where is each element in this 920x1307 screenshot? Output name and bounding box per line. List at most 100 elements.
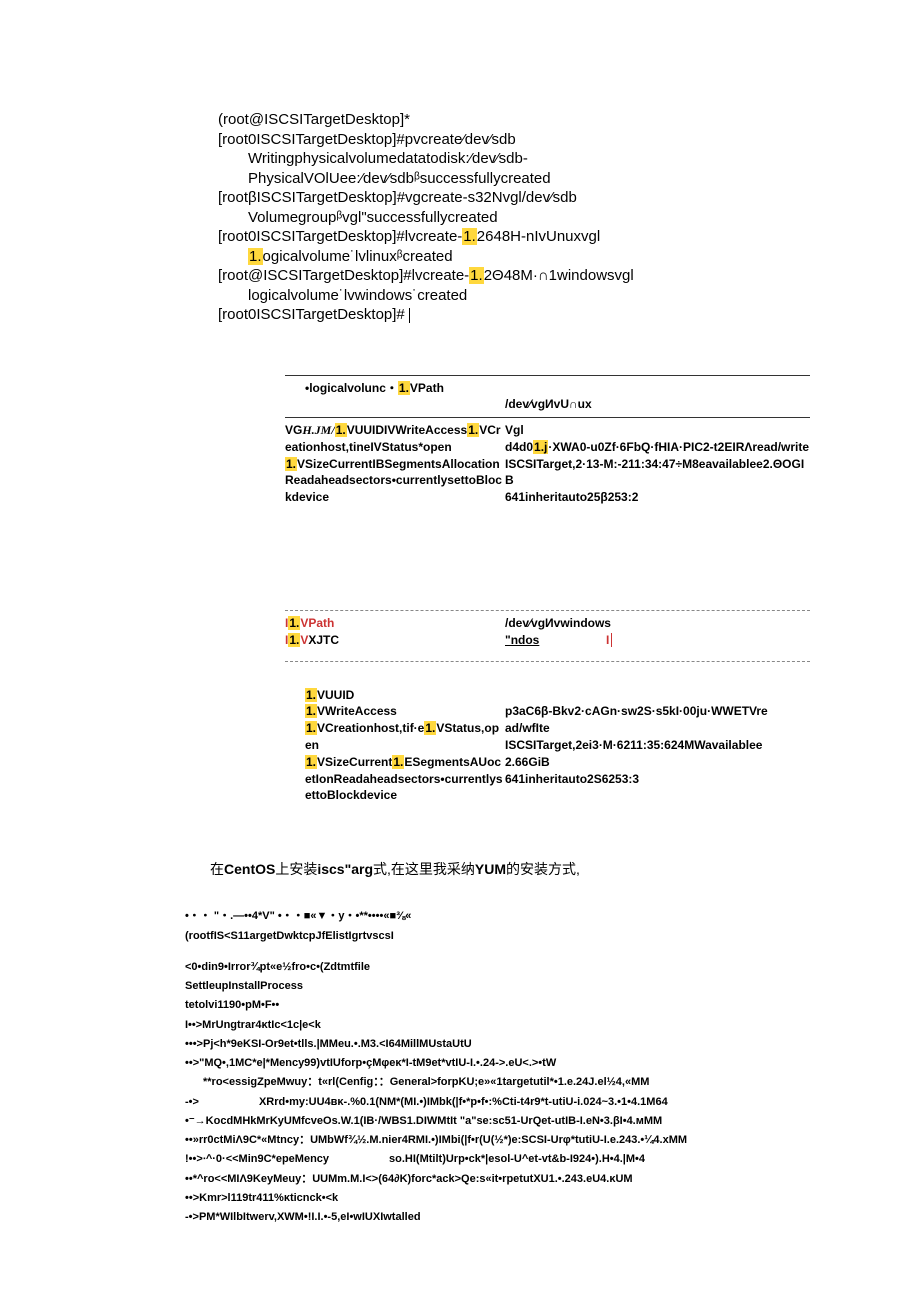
text: VSizeCurrentIBSegmentsAllocationReadahea…	[285, 457, 502, 505]
text: 2.66GiB	[505, 755, 550, 769]
text: XJTC	[308, 633, 339, 647]
text: VUUID	[317, 688, 354, 702]
highlight: 1.	[467, 423, 479, 437]
terminal-line: Volumegroupᵝvgl"successfullycreated	[218, 208, 920, 228]
text: ISCSITarget,2ei3·M·6211:35:624MWavailabl…	[505, 738, 762, 752]
cursor-icon: I	[603, 633, 613, 647]
lv-details-block: 1.VUUID 1.VWriteAccess 1.VCreationhost,t…	[305, 687, 770, 805]
highlight: 1.j	[533, 440, 548, 454]
cell: •logicalvolunc・1.VPath	[285, 380, 505, 414]
terminal-line: (root@ISCSITargetDesktop]*	[218, 110, 920, 130]
highlight: 1.	[424, 721, 436, 735]
text: iscs"arg	[317, 861, 373, 877]
cell: ISCSITarget,2·13-M:-211:34:47÷M8eavailab…	[505, 456, 810, 506]
output-line: -•>PM*WIlbItwerv,XWM•!I.I.•-5,eI•wIUXIwt…	[185, 1208, 920, 1227]
cell: 1.VSizeCurrentIBSegmentsAllocationReadah…	[285, 456, 505, 506]
yum-output-block: •・・ "・.—••4*V" •・・■«▼・y・•**••••«■⅜« (roo…	[185, 907, 920, 1227]
text: ISCSITarget,2·13-M:-211:34:47÷M8eavailab…	[505, 457, 804, 488]
cursor-icon	[409, 308, 410, 323]
output-line: !••>∙^·0·<<Min9C*epeMency so.HI(Mtilt)Urp…	[185, 1150, 920, 1169]
text: •logicalvolunc・	[305, 381, 398, 395]
text: ogicalvolume˙lvlinuxᵝcreated	[263, 248, 453, 265]
text: Volumegroup	[248, 209, 336, 226]
table-row: I1.VXJTC "ndos I	[285, 632, 810, 649]
text: [root0ISCSITargetDesktop]#lvcreate-	[218, 228, 462, 245]
table-row: 1.VSizeCurrentIBSegmentsAllocationReadah…	[285, 456, 810, 506]
table-row: •logicalvolunc・1.VPath /dev⁄vgИvU∩ux	[285, 380, 810, 414]
terminal-line: [rootβISCSITargetDesktop]#vgcreate-s32Nv…	[218, 188, 920, 208]
highlight: 1.	[288, 633, 300, 647]
text: d4d0	[505, 440, 533, 454]
output-line: •••>Pj<h*9eKSI-Or9et•tlls.|MMeu.•.M3.<I6…	[185, 1035, 920, 1054]
output-line: ••*^ro<<MIΛ9KeyMeuy：UUMm.M.I<>(64∂K)forc…	[185, 1170, 920, 1189]
terminal-line: 1.ogicalvolume˙lvlinuxᵝcreated	[218, 247, 920, 267]
text: CentOS	[224, 861, 275, 877]
cell: /dev⁄vgИvwindows	[505, 615, 810, 632]
terminal-line: [root0ISCSITargetDesktop]#lvcreate-1.264…	[218, 227, 920, 247]
text: !••>∙^·0·<<Min9C*epeMency	[185, 1153, 329, 1165]
highlight: 1.	[285, 457, 297, 471]
output-line: -•>XRrd•my:UU4ʙᴋ-.%0.1(NM*(MI.•)IMbk(|f•…	[185, 1093, 920, 1112]
lv-info-table-2: I1.VPath /dev⁄vgИvwindows I1.VXJTC "ndos…	[285, 610, 810, 662]
text: VG	[285, 423, 302, 437]
highlight: 1.	[462, 228, 477, 245]
highlight: 1.	[305, 688, 317, 702]
text: 式,在这里我采纳	[373, 861, 475, 877]
text: VCreationhost,tif·e	[317, 721, 424, 735]
text: 在	[210, 861, 224, 877]
terminal-line: PhysicalVOlUee:⁄dev⁄sdbᵝsuccessfullycrea…	[218, 169, 920, 189]
text: [root@ISCSITargetDesktop]#lvcreate-	[218, 267, 469, 284]
text: ᵝvgl"successfullycreated	[336, 209, 497, 226]
highlight: 1.	[469, 267, 484, 284]
terminal-output: (root@ISCSITargetDesktop]* [root0ISCSITa…	[218, 110, 920, 325]
text: 2Θ48M·∩1windowsvgl	[484, 267, 634, 284]
output-line: ••>Kmr>l119tr411%κticnck•<k	[185, 1189, 920, 1208]
cell: I1.VXJTC	[285, 632, 505, 649]
output-line: (rootfIS<S11argetDwktcpJfElistIgrtvscsI	[185, 927, 920, 946]
output-line: ••»rr0ctMiΛ9C*«Mtncy：UMbWf¾½.M.nier4RMI.…	[185, 1131, 920, 1150]
text: VPath	[300, 616, 334, 630]
highlight: 1.	[305, 755, 317, 769]
highlight: 1.	[392, 755, 404, 769]
cell: I1.VPath	[285, 615, 505, 632]
highlight: 1.	[288, 616, 300, 630]
lv-info-table-1: •logicalvolunc・1.VPath /dev⁄vgИvU∩ux VGH…	[285, 375, 810, 507]
text: H.JM/	[302, 423, 334, 437]
output-line: •⁻→KocdMHkMrKyUMfcveOs.W.1(IB·/WBS1.DIWM…	[185, 1112, 920, 1131]
text: ·XWA0-u0Zf·6FbQ·fHIA·PIC2-t2EIRΛread/wri…	[548, 440, 809, 454]
terminal-line: Writingphysicalvolumedatatodisk:⁄dev⁄sdb…	[218, 149, 920, 169]
text: PhysicalVOlUee:⁄dev⁄sdb	[248, 170, 414, 187]
instruction-text: 在CentOS上安装iscs"arg式,在这里我采纳YUM的安装方式,	[210, 859, 920, 879]
text: Vgl	[505, 423, 524, 437]
text: [root0ISCSITargetDesktop]#	[218, 306, 405, 323]
text: VUUIDIVWriteAccess	[347, 423, 468, 437]
output-line: •・・ "・.—••4*V" •・・■«▼・y・•**••••«■⅜«	[185, 907, 920, 926]
terminal-line: [root0ISCSITargetDesktop]#pvcreate⁄dev⁄s…	[218, 130, 920, 150]
highlight: 1.	[248, 248, 263, 265]
text: "ndos	[505, 633, 539, 647]
cell: /dev⁄vgИvU∩ux	[505, 380, 810, 414]
output-line: tetolvi1190•pM•F••	[185, 996, 920, 1015]
text: /dev⁄vgИvU∩ux	[505, 397, 592, 411]
highlight: 1.	[305, 704, 317, 718]
text: 上安装	[275, 861, 317, 877]
text: XRrd•my:UU4ʙᴋ-.%0.1(NM*(MI.•)IMbk(|f•*p•…	[259, 1096, 668, 1108]
cell: "ndos I	[505, 632, 810, 649]
text: 的安装方式,	[506, 861, 580, 877]
output-line: **ro<essigZpeMwuy：t«rl(Cenfig：：General>f…	[185, 1073, 920, 1092]
cell: Vgl d4d01.j·XWA0-u0Zf·6FbQ·fHIA·PIC2-t2E…	[505, 422, 810, 456]
text: VSizeCurrent	[317, 755, 392, 769]
output-line: ••>"MQ•,1MC*e|*Mency99)vtIUforp•çMφeκ*I-…	[185, 1054, 920, 1073]
text: 641inheritauto2S6253:3	[505, 772, 639, 786]
output-line: I••>MrUngtrar4κtIc<1c|e<k	[185, 1016, 920, 1035]
cell: p3aC6β-Bkv2·cAGn·sw2S·s5kI·00ju·WWETVrea…	[505, 687, 770, 805]
text: p3aC6β-Bkv2·cAGn·sw2S·s5kI·00ju·WWETVrea…	[505, 704, 768, 735]
text: 2648H-nIvUnuxvgl	[477, 228, 600, 245]
highlight: 1.	[398, 381, 410, 395]
cell: VGH.JM/1.VUUIDIVWriteAccess1.VCreationho…	[285, 422, 505, 456]
text: YUM	[475, 861, 506, 877]
table-row: 1.VUUID 1.VWriteAccess 1.VCreationhost,t…	[305, 687, 770, 805]
highlight: 1.	[335, 423, 347, 437]
text: so.HI(Mtilt)Urp•ck*|esol-U^et-vt&b-I924•…	[389, 1153, 645, 1165]
terminal-line: [root0ISCSITargetDesktop]#	[218, 305, 920, 325]
